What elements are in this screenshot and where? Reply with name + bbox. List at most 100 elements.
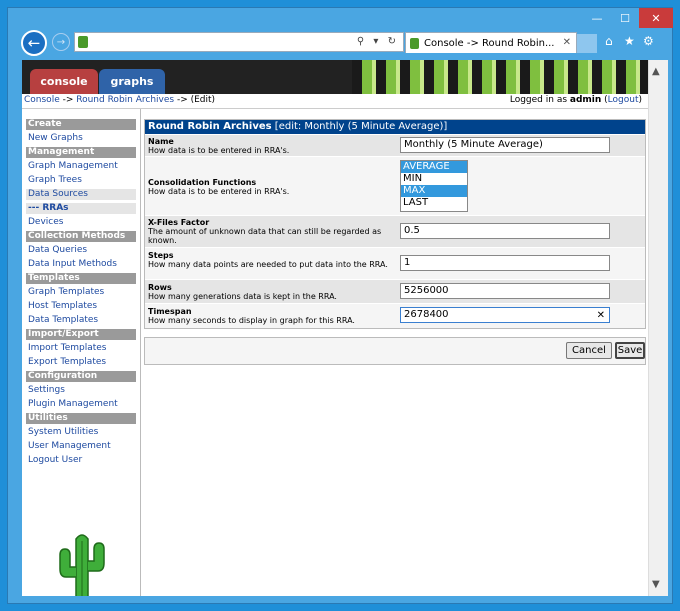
scroll-down-icon[interactable]: ▼ [652, 579, 660, 590]
name-desc: How data is to be entered in RRA's. [148, 146, 290, 155]
steps-label: Steps [148, 251, 174, 260]
menu-header-create: Create [26, 119, 136, 130]
sidebar-item-data-queries[interactable]: Data Queries [26, 245, 136, 256]
address-bar[interactable]: ⚲ ▾ ↻ [74, 32, 404, 52]
close-tab-icon[interactable]: ✕ [563, 37, 571, 48]
browser-tab[interactable]: Console -> Round Robin... ✕ [405, 32, 577, 53]
sidebar-item-user-management[interactable]: User Management [26, 441, 136, 452]
xff-label: X-Files Factor [148, 218, 210, 227]
cf-label: Consolidation Functions [148, 178, 257, 187]
cf-listbox[interactable]: AVERAGE MIN MAX LAST [400, 160, 468, 212]
name-input[interactable]: Monthly (5 Minute Average) [400, 137, 610, 153]
new-tab-button[interactable] [577, 34, 597, 53]
field-row-rows: Rows How many generations data is kept in… [145, 279, 645, 303]
sidebar-item-settings[interactable]: Settings [26, 385, 136, 396]
cactus-logo-icon [59, 534, 105, 596]
sidebar-item-new-graphs[interactable]: New Graphs [26, 133, 136, 144]
xff-input[interactable]: 0.5 [400, 223, 610, 239]
paren-close: ) [638, 95, 642, 105]
rows-desc: How many generations data is kept in the… [148, 292, 337, 301]
banner-cactus-art [352, 60, 648, 94]
sidebar-item-rras[interactable]: --- RRAs [26, 203, 136, 214]
maximize-button[interactable]: ☐ [611, 8, 639, 28]
clear-input-icon[interactable]: ✕ [597, 309, 605, 323]
forward-button[interactable]: → [52, 33, 70, 51]
form-title-bold: Round Robin Archives [148, 121, 272, 132]
sidebar-item-host-templates[interactable]: Host Templates [26, 301, 136, 312]
field-row-steps: Steps How many data points are needed to … [145, 247, 645, 279]
cactus-favicon-icon [78, 36, 88, 48]
xff-desc: The amount of unknown data that can stil… [148, 227, 382, 245]
favorites-star-icon[interactable]: ★ [624, 34, 635, 48]
sidebar-item-devices[interactable]: Devices [26, 217, 136, 228]
save-button[interactable]: Save [615, 342, 645, 359]
cactus-tab-favicon-icon [410, 37, 419, 49]
sidebar-item-export-templates[interactable]: Export Templates [26, 357, 136, 368]
username: admin [569, 95, 602, 105]
address-tools[interactable]: ⚲ ▾ ↻ [357, 36, 399, 47]
steps-desc: How many data points are needed to put d… [148, 260, 388, 269]
sidebar-item-import-templates[interactable]: Import Templates [26, 343, 136, 354]
sidebar-item-graph-trees[interactable]: Graph Trees [26, 175, 136, 186]
rows-label: Rows [148, 283, 172, 292]
breadcrumb-separator: -> [59, 95, 77, 105]
tab-title: Console -> Round Robin... [424, 37, 555, 49]
sidebar-item-logout-user[interactable]: Logout User [26, 455, 136, 466]
sidebar: Create New Graphs Management Graph Manag… [22, 109, 141, 596]
menu-header-configuration: Configuration [26, 371, 136, 382]
form-title-edit: [edit: Monthly (5 Minute Average)] [271, 121, 448, 132]
tab-graphs[interactable]: graphs [99, 69, 165, 94]
sidebar-menu: Create New Graphs Management Graph Manag… [26, 119, 136, 469]
cf-option-max[interactable]: MAX [401, 185, 467, 197]
timespan-label: Timespan [148, 307, 192, 316]
breadcrumb-console-link[interactable]: Console [24, 95, 60, 105]
settings-gear-icon[interactable]: ⚙ [643, 34, 654, 48]
field-row-cf: Consolidation Functions How data is to be… [145, 156, 645, 215]
steps-input[interactable]: 1 [400, 255, 610, 271]
sidebar-item-data-templates[interactable]: Data Templates [26, 315, 136, 326]
sidebar-item-data-input-methods[interactable]: Data Input Methods [26, 259, 136, 270]
field-row-timespan: Timespan How many seconds to display in g… [145, 303, 645, 328]
logout-link[interactable]: Logout [608, 95, 639, 105]
forward-arrow-icon: → [56, 36, 66, 48]
sidebar-item-system-utilities[interactable]: System Utilities [26, 427, 136, 438]
timespan-input[interactable]: 2678400 ✕ [400, 307, 610, 323]
web-page: console graphs Console -> Round Robin Ar… [22, 60, 648, 596]
cacti-banner: console graphs [22, 60, 648, 94]
sidebar-item-graph-management[interactable]: Graph Management [26, 161, 136, 172]
menu-header-templates: Templates [26, 273, 136, 284]
close-window-button[interactable]: ✕ [639, 8, 673, 28]
home-icon[interactable]: ⌂ [605, 34, 613, 48]
breadcrumb-current: (Edit) [190, 95, 216, 105]
menu-header-collection-methods: Collection Methods [26, 231, 136, 242]
form-actions: Cancel Save [144, 337, 646, 365]
cf-option-average[interactable]: AVERAGE [401, 161, 467, 173]
breadcrumb: Console -> Round Robin Archives -> (Edit… [22, 94, 648, 109]
cf-option-min[interactable]: MIN [401, 173, 467, 185]
cf-option-last[interactable]: LAST [401, 197, 467, 209]
menu-header-management: Management [26, 147, 136, 158]
cf-desc: How data is to be entered in RRA's. [148, 187, 290, 196]
main-content: Round Robin Archives [edit: Monthly (5 M… [144, 119, 646, 365]
logged-in-label: Logged in as [509, 95, 570, 105]
sidebar-item-data-sources[interactable]: Data Sources [26, 189, 136, 200]
back-arrow-icon: ← [27, 34, 41, 52]
field-row-xff: X-Files Factor The amount of unknown data… [145, 215, 645, 247]
timespan-value: 2678400 [404, 309, 449, 320]
vertical-scrollbar[interactable]: ▲ ▼ [648, 60, 668, 596]
timespan-desc: How many seconds to display in graph for… [148, 316, 355, 325]
sidebar-item-graph-templates[interactable]: Graph Templates [26, 287, 136, 298]
name-label: Name [148, 137, 174, 146]
sidebar-item-plugin-management[interactable]: Plugin Management [26, 399, 136, 410]
tab-console[interactable]: console [30, 69, 98, 94]
cancel-button[interactable]: Cancel [566, 342, 612, 359]
breadcrumb-rra-link[interactable]: Round Robin Archives [76, 95, 174, 105]
rows-input[interactable]: 5256000 [400, 283, 610, 299]
back-button[interactable]: ← [21, 30, 47, 56]
field-row-name: Name How data is to be entered in RRA's. … [145, 134, 645, 156]
menu-header-utilities: Utilities [26, 413, 136, 424]
breadcrumb-separator: -> [174, 95, 191, 105]
minimize-button[interactable]: — [583, 8, 611, 28]
menu-header-import-export: Import/Export [26, 329, 136, 340]
scroll-up-icon[interactable]: ▲ [652, 66, 660, 77]
